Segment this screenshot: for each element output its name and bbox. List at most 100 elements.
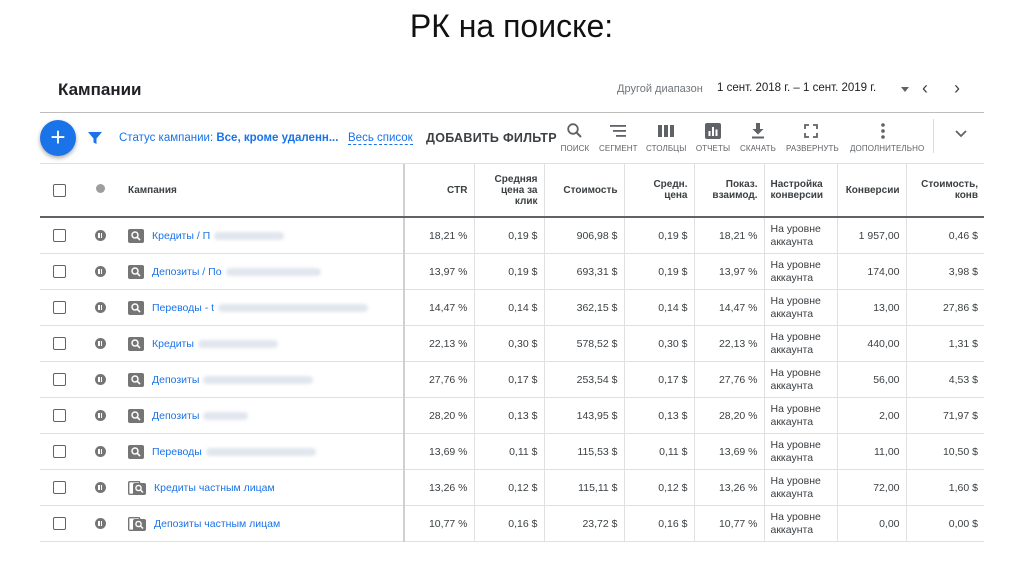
campaign-name-link[interactable]: Депозиты частным лицам bbox=[154, 518, 280, 530]
row-status-cell bbox=[78, 325, 122, 362]
row-checkbox[interactable] bbox=[52, 301, 66, 314]
header-interaction-rate[interactable]: Показ. взаимод. bbox=[693, 164, 764, 218]
cost-cell: 693,31 $ bbox=[543, 253, 624, 290]
table-row[interactable]: Депозиты 27,76 % 0,17 $253,54 $0,17 $27,76… bbox=[40, 361, 984, 398]
tool-search[interactable]: ПОИСК bbox=[559, 121, 591, 153]
avg-price-cell: 0,19 $ bbox=[623, 217, 694, 254]
tool-columns[interactable]: СТОЛБЦЫ bbox=[646, 121, 686, 153]
paused-status-icon[interactable] bbox=[94, 374, 106, 386]
campaign-name-link[interactable]: Кредиты bbox=[152, 338, 194, 350]
row-checkbox[interactable] bbox=[52, 229, 66, 242]
status-dot-icon bbox=[95, 184, 105, 193]
tool-segment[interactable]: СЕГМЕНТ bbox=[599, 121, 638, 153]
table-row[interactable]: Кредиты 22,13 % 0,30 $578,52 $0,30 $22,13 … bbox=[40, 325, 984, 362]
campaign-status-filter[interactable]: Статус кампании: Все, кроме удаленн... bbox=[119, 132, 338, 144]
row-status-cell bbox=[78, 397, 122, 434]
paused-status-icon[interactable] bbox=[94, 518, 106, 530]
campaign-name-link[interactable]: Депозиты bbox=[152, 374, 199, 386]
header-conv-setting[interactable]: Настройка конверсии bbox=[763, 164, 837, 218]
avg-cpc-cell: 0,19 $ bbox=[473, 217, 544, 254]
chevron-left-icon[interactable]: ‹ bbox=[922, 79, 928, 97]
add-campaign-button[interactable]: + bbox=[40, 120, 76, 156]
table-row[interactable]: Кредиты / П 18,21 % 0,19 $906,98 $0,19 $18… bbox=[40, 217, 984, 254]
dsa-campaign-icon bbox=[128, 516, 146, 531]
campaign-cell: Кредиты bbox=[122, 325, 404, 362]
campaigns-table: Кампания CTR Средняя цена за клик Стоимо… bbox=[40, 164, 984, 542]
dropdown-arrow-icon[interactable] bbox=[901, 87, 909, 92]
tool-more[interactable]: ДОПОЛНИТЕЛЬНО bbox=[850, 121, 924, 153]
all-list-link[interactable]: Весь список bbox=[348, 132, 413, 145]
table-row[interactable]: Переводы 13,69 % 0,11 $115,53 $0,11 $13,69… bbox=[40, 433, 984, 470]
interaction-rate-cell: 18,21 % bbox=[693, 217, 764, 254]
tool-reports[interactable]: ОТЧЕТЫ bbox=[695, 121, 731, 153]
paused-status-icon[interactable] bbox=[94, 302, 106, 314]
header-conversions[interactable]: Конверсии bbox=[836, 164, 906, 218]
avg-price-cell: 0,14 $ bbox=[623, 289, 694, 326]
row-checkbox[interactable] bbox=[52, 481, 66, 494]
table-row[interactable]: Депозиты частным лицам 10,77 % 0,16 $23,72… bbox=[40, 505, 984, 542]
row-status-cell bbox=[78, 433, 122, 470]
campaign-name-link[interactable]: Кредиты / П bbox=[152, 230, 210, 242]
conversions-cell: 440,00 bbox=[836, 325, 906, 362]
row-select-cell bbox=[40, 325, 78, 362]
table-row[interactable]: Депозиты / По 13,97 % 0,19 $693,31 $0,19 $… bbox=[40, 253, 984, 290]
chevron-right-icon[interactable]: › bbox=[954, 79, 960, 97]
slide-title: РК на поиске: bbox=[409, 8, 614, 44]
avg-price-cell: 0,30 $ bbox=[623, 325, 694, 362]
avg-price-cell: 0,19 $ bbox=[623, 253, 694, 290]
search-campaign-icon bbox=[128, 372, 144, 387]
table-row[interactable]: Депозиты 28,20 % 0,13 $143,95 $0,13 $28,20… bbox=[40, 397, 984, 434]
tool-download[interactable]: СКАЧАТЬ bbox=[738, 121, 778, 153]
row-checkbox[interactable] bbox=[52, 445, 66, 458]
tool-expand[interactable]: РАЗВЕРНУТЬ bbox=[786, 121, 839, 153]
row-select-cell bbox=[40, 361, 78, 398]
row-checkbox[interactable] bbox=[52, 265, 66, 278]
row-checkbox[interactable] bbox=[52, 409, 66, 422]
campaign-name-link[interactable]: Переводы bbox=[152, 446, 202, 458]
toolbar: + Статус кампании: Все, кроме удаленн...… bbox=[40, 113, 984, 164]
panel-header: Кампании Другой диапазон 1 сент. 2018 г.… bbox=[40, 70, 984, 113]
paused-status-icon[interactable] bbox=[94, 230, 106, 242]
campaign-name-link[interactable]: Кредиты частным лицам bbox=[154, 482, 275, 494]
interaction-rate-cell: 22,13 % bbox=[693, 325, 764, 362]
cost-per-conv-cell: 3,98 $ bbox=[905, 253, 984, 290]
header-cost-per-conv[interactable]: Стоимость, конв bbox=[905, 164, 984, 218]
campaign-name-link[interactable]: Переводы - t bbox=[152, 302, 214, 314]
cost-cell: 362,15 $ bbox=[543, 289, 624, 326]
paused-status-icon[interactable] bbox=[94, 266, 106, 278]
table-row[interactable]: Переводы - t 14,47 % 0,14 $362,15 $0,14 $1… bbox=[40, 289, 984, 326]
table-row[interactable]: Кредиты частным лицам 13,26 % 0,12 $115,11… bbox=[40, 469, 984, 506]
header-avg-cpc[interactable]: Средняя цена за клик bbox=[473, 164, 544, 218]
interaction-rate-cell: 10,77 % bbox=[693, 505, 764, 542]
tool-label: СТОЛБЦЫ bbox=[646, 144, 687, 153]
row-checkbox[interactable] bbox=[52, 337, 66, 350]
filter-icon[interactable] bbox=[87, 130, 103, 146]
paused-status-icon[interactable] bbox=[94, 410, 106, 422]
campaign-name-link[interactable]: Депозиты bbox=[152, 410, 199, 422]
add-filter-button[interactable]: ДОБАВИТЬ ФИЛЬТР bbox=[426, 131, 557, 145]
select-all-checkbox[interactable] bbox=[52, 183, 66, 197]
row-checkbox[interactable] bbox=[52, 373, 66, 386]
header-campaign[interactable]: Кампания bbox=[122, 164, 404, 218]
row-checkbox[interactable] bbox=[52, 517, 66, 530]
chevron-down-icon[interactable] bbox=[954, 129, 968, 139]
date-range-value[interactable]: 1 сент. 2018 г. – 1 сент. 2019 г. bbox=[717, 82, 876, 94]
campaign-name-link[interactable]: Депозиты / По bbox=[152, 266, 222, 278]
interaction-rate-cell: 13,97 % bbox=[693, 253, 764, 290]
paused-status-icon[interactable] bbox=[94, 338, 106, 350]
avg-price-cell: 0,16 $ bbox=[623, 505, 694, 542]
avg-cpc-cell: 0,12 $ bbox=[473, 469, 544, 506]
header-ctr[interactable]: CTR bbox=[403, 164, 474, 218]
header-avg-price[interactable]: Средн. цена bbox=[623, 164, 694, 218]
ctr-cell: 13,69 % bbox=[403, 433, 474, 470]
tool-label: ОТЧЕТЫ bbox=[695, 144, 731, 153]
row-status-cell bbox=[78, 217, 122, 254]
avg-price-cell: 0,17 $ bbox=[623, 361, 694, 398]
row-select-cell bbox=[40, 469, 78, 506]
status-filter-label: Статус кампании: bbox=[119, 132, 217, 144]
paused-status-icon[interactable] bbox=[94, 446, 106, 458]
conversions-cell: 11,00 bbox=[836, 433, 906, 470]
paused-status-icon[interactable] bbox=[94, 482, 106, 494]
header-cost[interactable]: Стоимость bbox=[543, 164, 624, 218]
redacted-text bbox=[205, 447, 316, 456]
